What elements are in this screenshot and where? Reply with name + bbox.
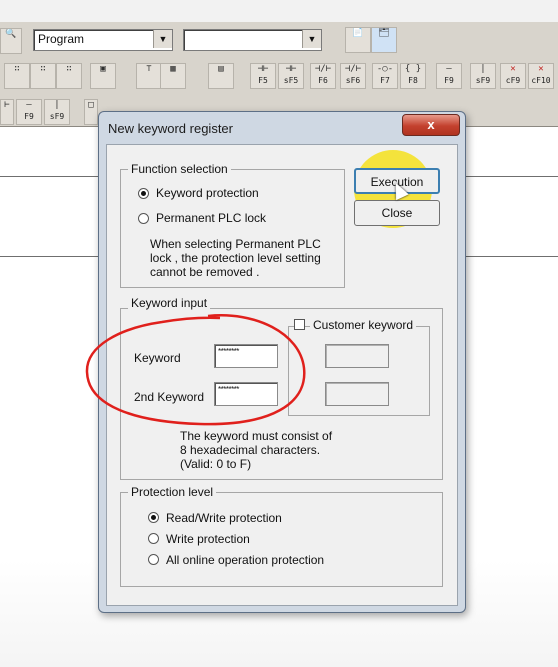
horizontal-line-icon[interactable]: — F9 xyxy=(436,63,462,89)
display-icon[interactable]: ▣ xyxy=(90,63,116,89)
customer-second-keyword-field xyxy=(325,382,389,406)
fkey-label: F6 xyxy=(318,76,328,85)
fkey-label: F5 xyxy=(258,76,268,85)
ladder-edit-icon[interactable]: ∷ xyxy=(30,63,56,89)
dialog-title: New keyword register xyxy=(108,121,233,136)
fkey-label: sF9 xyxy=(475,76,491,85)
tool-icon[interactable]: □ xyxy=(84,99,98,125)
note-line: (Valid: 0 to F) xyxy=(180,457,252,471)
fkey-label: F9 xyxy=(24,112,34,121)
fkey-label: sF6 xyxy=(345,76,361,85)
note-line: 8 hexadecimal characters. xyxy=(180,443,321,457)
note-line: When selecting Permanent PLC xyxy=(150,237,321,251)
read-write-protection-label[interactable]: Read/Write protection xyxy=(166,511,282,525)
permanent-lock-label[interactable]: Permanent PLC lock xyxy=(156,211,266,225)
chevron-down-icon[interactable]: ▼ xyxy=(153,30,172,48)
instruction-icon[interactable]: { } F8 xyxy=(400,63,426,89)
keyword-format-note: The keyword must consist of 8 hexadecima… xyxy=(180,429,332,471)
write-protection-radio[interactable] xyxy=(148,533,159,544)
delete-line-icon[interactable]: ✕ cF9 xyxy=(500,63,526,89)
fkey-label: sF9 xyxy=(49,112,65,121)
close-icon[interactable]: x xyxy=(402,114,460,136)
all-online-protection-radio[interactable] xyxy=(148,554,159,565)
table-icon[interactable]: ▦ xyxy=(160,63,186,89)
vline-tool-icon[interactable]: | sF9 xyxy=(44,99,70,125)
all-online-protection-label[interactable]: All online operation protection xyxy=(166,553,324,567)
ladder-rail xyxy=(0,256,108,257)
annotation-circle xyxy=(85,314,306,426)
permanent-lock-note: When selecting Permanent PLC lock , the … xyxy=(150,237,321,279)
customer-keyword-field xyxy=(325,344,389,368)
tree-view-icon[interactable]: 🗂 xyxy=(371,27,397,53)
fkey-label: sF5 xyxy=(283,76,299,85)
fkey-label: F8 xyxy=(408,76,418,85)
fkey-label: F9 xyxy=(444,76,454,85)
note-line: cannot be removed . xyxy=(150,265,260,279)
fkey-label: F7 xyxy=(380,76,390,85)
read-write-protection-radio[interactable] xyxy=(148,512,159,523)
parallel-closed-contact-icon[interactable]: ⊣/⊢ sF6 xyxy=(340,63,366,89)
ladder-edit-icon[interactable]: ∷ xyxy=(56,63,82,89)
write-protection-label[interactable]: Write protection xyxy=(166,532,250,546)
close-button[interactable]: Close xyxy=(354,200,440,226)
line-tool-icon[interactable]: — F9 xyxy=(16,99,42,125)
tool-icon[interactable]: ⊢ xyxy=(0,99,14,125)
ladder-rail xyxy=(464,256,558,257)
fkey-label: cF9 xyxy=(505,76,521,85)
chevron-down-icon[interactable]: ▼ xyxy=(302,30,321,48)
fkey-label: cF10 xyxy=(531,76,551,85)
program-combo[interactable]: Program ▼ xyxy=(33,29,173,51)
closed-contact-icon[interactable]: ⊣/⊢ F6 xyxy=(310,63,336,89)
grid-icon[interactable]: ▤ xyxy=(208,63,234,89)
find-icon[interactable]: 🔍 xyxy=(0,28,22,54)
open-contact-icon[interactable]: ⊣⊢ F5 xyxy=(250,63,276,89)
device-icon[interactable]: ⊤ xyxy=(136,63,162,89)
note-line: The keyword must consist of xyxy=(180,429,333,443)
keyword-protection-radio[interactable] xyxy=(138,188,149,199)
vertical-line-icon[interactable]: | sF9 xyxy=(470,63,496,89)
window-top-strip xyxy=(0,0,558,22)
program-combo-value: Program xyxy=(38,32,85,46)
monitor-icon[interactable]: 📄 xyxy=(345,27,371,53)
ladder-edit-icon[interactable]: ∷ xyxy=(4,63,30,89)
permanent-lock-radio[interactable] xyxy=(138,213,149,224)
customer-keyword-label[interactable]: Customer keyword xyxy=(310,318,417,332)
parallel-contact-icon[interactable]: ⊣⊢ sF5 xyxy=(278,63,304,89)
ladder-rail xyxy=(464,176,558,177)
keyword-protection-label[interactable]: Keyword protection xyxy=(156,186,259,200)
note-line: lock , the protection level setting xyxy=(150,251,321,265)
coil-icon[interactable]: -○- F7 xyxy=(372,63,398,89)
ladder-rail xyxy=(0,176,108,177)
function-selection-label: Function selection xyxy=(128,162,231,176)
delete-vertical-icon[interactable]: ✕ cF10 xyxy=(528,63,554,89)
protection-level-label: Protection level xyxy=(128,485,217,499)
secondary-combo[interactable]: ▼ xyxy=(183,29,322,51)
